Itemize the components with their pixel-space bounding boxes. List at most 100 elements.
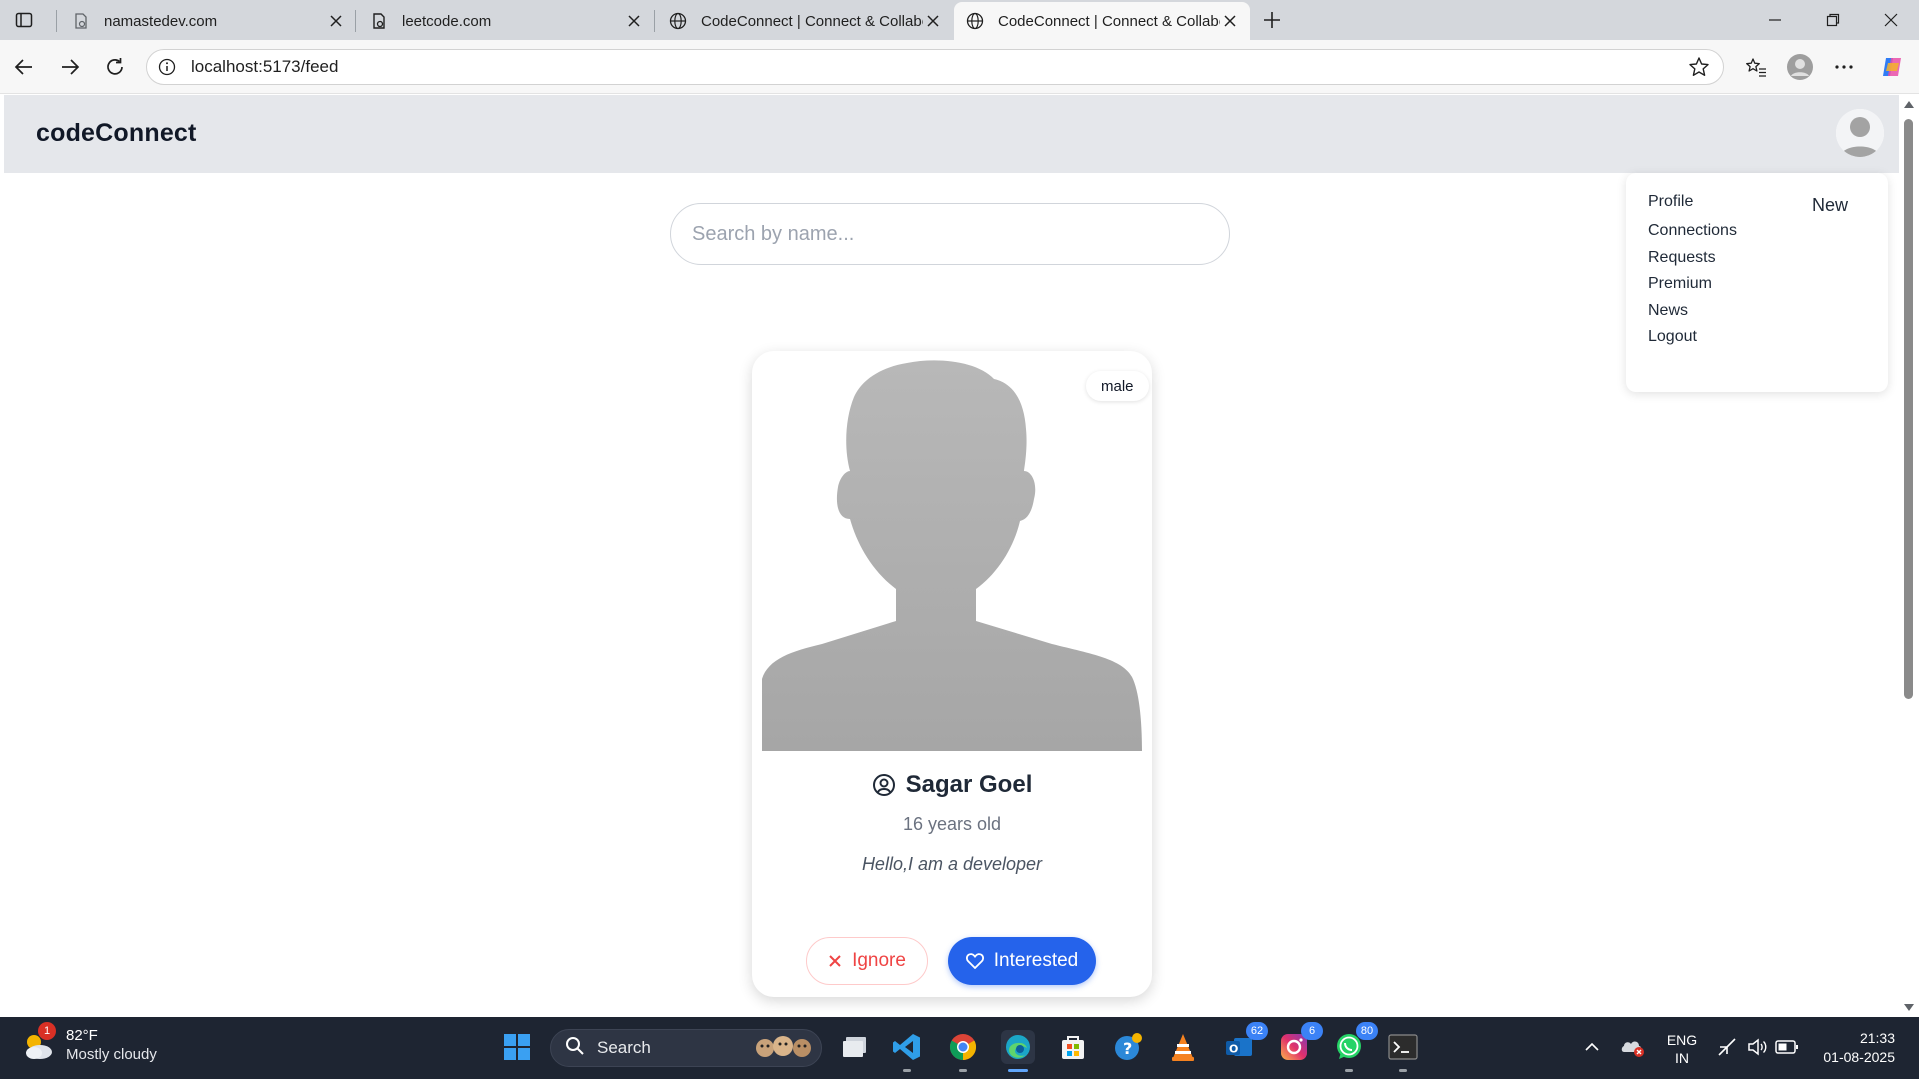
tab-title: CodeConnect | Connect & Collaborate (998, 12, 1220, 30)
page-icon (370, 12, 388, 30)
scroll-down-arrow-icon[interactable] (1904, 1004, 1914, 1011)
tab-actions-icon[interactable] (12, 8, 36, 32)
close-window-button[interactable] (1868, 6, 1914, 34)
scroll-up-arrow-icon[interactable] (1904, 101, 1914, 108)
forward-button[interactable] (56, 53, 84, 81)
outlook-icon[interactable]: O 62 (1222, 1022, 1268, 1064)
close-icon[interactable] (1220, 11, 1240, 31)
user-avatar-button[interactable] (1836, 109, 1884, 157)
restore-button[interactable] (1810, 6, 1856, 34)
favorite-star-icon[interactable] (1687, 55, 1711, 79)
close-icon[interactable] (326, 11, 346, 31)
whatsapp-icon[interactable]: 80 (1332, 1022, 1378, 1072)
running-indicator (1345, 1069, 1353, 1072)
menu-item-logout[interactable]: Logout (1648, 328, 1697, 346)
language-line1: ENG (1666, 1032, 1698, 1048)
tab-title: CodeConnect | Connect & Collaborate (701, 12, 923, 30)
browser-toolbar: localhost:5173/feed (0, 40, 1919, 94)
gender-badge: male (1086, 371, 1149, 401)
copilot-icon[interactable] (1878, 53, 1906, 81)
menu-item-premium[interactable]: Premium (1648, 275, 1712, 293)
address-bar[interactable]: localhost:5173/feed (146, 49, 1724, 85)
close-icon (828, 954, 842, 968)
back-button[interactable] (10, 53, 38, 81)
user-dropdown-menu: Profile New Connections Requests Premium… (1626, 173, 1888, 392)
windows-start-icon[interactable] (500, 1030, 534, 1064)
search-highlight-icon (753, 1033, 815, 1064)
task-view-icon[interactable] (838, 1030, 872, 1064)
tab-codeconnect[interactable]: CodeConnect | Connect & Collaborate (657, 2, 953, 40)
user-name-row: Sagar Goel (752, 771, 1152, 799)
site-info-icon[interactable] (157, 57, 177, 77)
close-icon[interactable] (923, 11, 943, 31)
language-line2: IN (1675, 1050, 1689, 1066)
notification-badge: 80 (1356, 1022, 1378, 1040)
ignore-button[interactable]: Ignore (806, 937, 928, 985)
user-card: male Sagar Goel 16 years old Hello,I am … (752, 351, 1152, 997)
weather-alert-badge: 1 (38, 1022, 56, 1040)
system-clock[interactable]: 21:33 01-08-2025 (1815, 1029, 1895, 1067)
svg-text:O: O (1229, 1043, 1238, 1056)
microsoft-store-icon[interactable] (1056, 1030, 1090, 1064)
terminal-icon[interactable] (1386, 1030, 1420, 1072)
brand-logo[interactable]: codeConnect (36, 119, 197, 148)
tab-codeconnect-active[interactable]: CodeConnect | Connect & Collaborate (954, 2, 1250, 40)
running-indicator (903, 1069, 911, 1072)
show-hidden-icons-chevron-icon[interactable] (1575, 1030, 1609, 1064)
close-icon[interactable] (624, 11, 644, 31)
search-input[interactable] (670, 203, 1230, 265)
edge-icon[interactable] (1001, 1030, 1035, 1072)
network-icon[interactable] (1710, 1030, 1744, 1064)
chrome-icon[interactable] (946, 1030, 980, 1072)
app-navbar: codeConnect (4, 95, 1899, 173)
tab-separator (654, 10, 655, 32)
weather-temp: 82°F (66, 1027, 98, 1044)
tab-separator (56, 10, 57, 32)
svg-text:?: ? (1123, 1039, 1132, 1058)
vscode-icon[interactable] (890, 1030, 924, 1072)
language-indicator[interactable]: ENG IN (1660, 1031, 1704, 1067)
help-icon[interactable]: ? (1112, 1030, 1146, 1064)
taskbar-search[interactable]: Search (550, 1029, 822, 1067)
favorites-icon[interactable] (1742, 53, 1770, 81)
vlc-icon[interactable] (1166, 1030, 1200, 1064)
url-text: localhost:5173/feed (191, 57, 339, 76)
tab-title: leetcode.com (402, 12, 492, 30)
cloud-sun-icon: 1 (20, 1022, 56, 1064)
running-indicator (959, 1069, 967, 1072)
onedrive-error-icon[interactable] (1616, 1030, 1650, 1064)
menu-item-profile[interactable]: Profile (1648, 193, 1693, 211)
battery-icon[interactable] (1770, 1030, 1804, 1064)
interested-button[interactable]: Interested (948, 937, 1096, 985)
ignore-label: Ignore (852, 950, 906, 971)
user-name: Sagar Goel (905, 771, 1033, 798)
menu-item-requests[interactable]: Requests (1648, 249, 1716, 267)
new-tab-button[interactable] (1258, 8, 1286, 32)
volume-icon[interactable] (1740, 1030, 1774, 1064)
heart-icon (965, 953, 984, 969)
tab-separator (355, 10, 356, 32)
instagram-icon[interactable]: 6 (1277, 1022, 1323, 1064)
profile-avatar-icon[interactable] (1786, 53, 1814, 81)
menu-item-news[interactable]: News (1648, 302, 1688, 320)
scroll-thumb[interactable] (1904, 119, 1913, 699)
reload-button[interactable] (101, 53, 129, 81)
page-scrollbar[interactable] (1899, 95, 1919, 1017)
tab-leetcode[interactable]: leetcode.com (358, 2, 654, 40)
running-indicator (1399, 1069, 1407, 1072)
page-icon (72, 12, 90, 30)
active-indicator (1008, 1069, 1028, 1072)
more-options-icon[interactable] (1830, 53, 1858, 81)
globe-icon (966, 12, 984, 30)
new-badge: New (1800, 190, 1861, 220)
search-icon (565, 1036, 585, 1061)
minimize-button[interactable] (1752, 6, 1798, 34)
tab-namastedev[interactable]: namastedev.com (60, 2, 356, 40)
menu-item-connections[interactable]: Connections (1648, 222, 1737, 240)
clock-date: 01-08-2025 (1823, 1049, 1895, 1065)
user-age: 16 years old (902, 814, 1002, 834)
windows-taskbar: 1 82°F Mostly cloudy Search ? O 62 6 80 … (0, 1017, 1919, 1079)
profile-photo: male (762, 359, 1149, 751)
weather-widget[interactable]: 1 82°F Mostly cloudy (20, 1022, 157, 1065)
browser-tab-strip: namastedev.com leetcode.com CodeConnect … (0, 0, 1919, 40)
